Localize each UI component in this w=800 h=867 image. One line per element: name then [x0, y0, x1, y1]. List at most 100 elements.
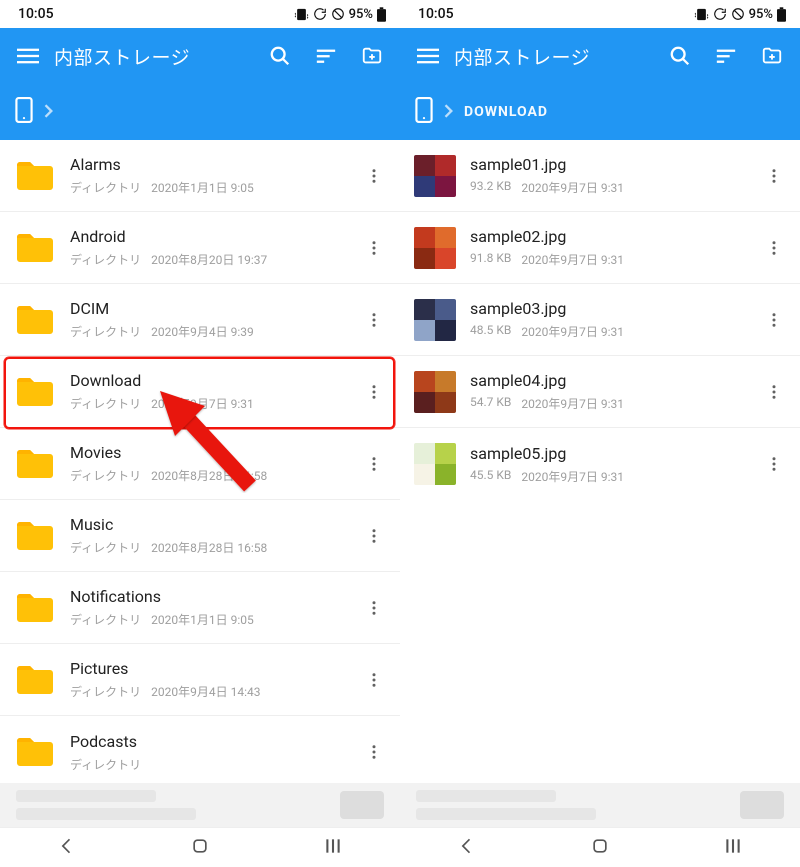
sort-icon	[315, 45, 337, 67]
row-size: 93.2 KB	[470, 179, 511, 196]
file-row[interactable]: sample01.jpg93.2 KB2020年9月7日 9:31	[400, 140, 800, 212]
row-name: sample02.jpg	[470, 227, 756, 247]
new-folder-button[interactable]	[350, 34, 394, 78]
row-type: ディレクトリ	[70, 683, 141, 700]
menu-button[interactable]	[6, 34, 50, 78]
row-name: Movies	[70, 443, 356, 463]
row-date: 2020年9月4日 14:43	[151, 683, 260, 700]
row-type: ディレクトリ	[70, 611, 141, 628]
folder-row[interactable]: Alarmsディレクトリ2020年1月1日 9:05	[0, 140, 400, 212]
toolbar-title: 内部ストレージ	[452, 43, 656, 70]
row-name: sample05.jpg	[470, 444, 756, 464]
row-overflow-button[interactable]	[356, 302, 392, 338]
row-overflow-button[interactable]	[356, 518, 392, 554]
row-type: ディレクトリ	[70, 251, 141, 268]
back-button[interactable]	[457, 836, 477, 860]
row-overflow-button[interactable]	[356, 374, 392, 410]
storage-root-button[interactable]	[414, 97, 434, 127]
breadcrumb-current[interactable]: DOWNLOAD	[464, 104, 548, 120]
search-icon	[269, 45, 291, 67]
sort-button[interactable]	[304, 34, 348, 78]
image-thumbnail	[414, 371, 456, 413]
recents-button[interactable]	[723, 836, 743, 860]
file-row[interactable]: sample05.jpg45.5 KB2020年9月7日 9:31	[400, 428, 800, 500]
row-overflow-button[interactable]	[356, 158, 392, 194]
image-thumbnail	[414, 443, 456, 485]
row-overflow-button[interactable]	[356, 446, 392, 482]
folder-row[interactable]: Notificationsディレクトリ2020年1月1日 9:05	[0, 572, 400, 644]
row-name: sample01.jpg	[470, 155, 756, 175]
file-row[interactable]: sample03.jpg48.5 KB2020年9月7日 9:31	[400, 284, 800, 356]
file-list[interactable]: Alarmsディレクトリ2020年1月1日 9:05 Android ディレクトリ 2…	[0, 140, 400, 783]
sort-button[interactable]	[704, 34, 748, 78]
back-button[interactable]	[57, 836, 77, 860]
row-date: 2020年8月20日 19:37	[151, 251, 267, 268]
right-pane: 10:05 95% 内部ストレージ	[400, 0, 800, 867]
new-folder-button[interactable]	[750, 34, 794, 78]
status-bar: 10:05 95%	[0, 0, 400, 28]
folder-icon	[14, 299, 56, 341]
row-date: 2020年9月4日 9:39	[151, 323, 254, 340]
sort-icon	[715, 45, 737, 67]
row-overflow-button[interactable]	[756, 374, 792, 410]
row-overflow-button[interactable]	[356, 590, 392, 626]
folder-icon	[14, 227, 56, 269]
folder-row[interactable]: Android ディレクトリ 2020年8月20日 19:37	[0, 212, 400, 284]
recents-button[interactable]	[323, 836, 343, 860]
new-folder-icon	[761, 45, 783, 67]
folder-icon	[14, 515, 56, 557]
row-date: 2020年9月7日 9:31	[521, 251, 624, 268]
image-thumbnail	[414, 299, 456, 341]
folder-row[interactable]: DCIMディレクトリ2020年9月4日 9:39	[0, 284, 400, 356]
chevron-right-icon	[444, 103, 454, 122]
file-list[interactable]: sample01.jpg93.2 KB2020年9月7日 9:31sample0…	[400, 140, 800, 783]
file-row[interactable]: sample04.jpg54.7 KB2020年9月7日 9:31	[400, 356, 800, 428]
navigation-bar	[400, 827, 800, 867]
more-vert-icon	[365, 167, 383, 185]
row-size: 91.8 KB	[470, 251, 511, 268]
hamburger-icon	[17, 45, 39, 67]
row-date: 2020年9月7日 9:31	[521, 323, 624, 340]
folder-row[interactable]: Picturesディレクトリ2020年9月4日 14:43	[0, 644, 400, 716]
folder-row[interactable]: Downloadディレクトリ2020年9月7日 9:31	[0, 356, 400, 428]
row-name: sample04.jpg	[470, 371, 756, 391]
folder-row[interactable]: Moviesディレクトリ2020年8月28日 16:58	[0, 428, 400, 500]
app-toolbar: 内部ストレージ	[400, 28, 800, 84]
battery-icon	[777, 7, 786, 22]
battery-pct: 95%	[349, 7, 373, 22]
row-overflow-button[interactable]	[356, 734, 392, 770]
breadcrumb: DOWNLOAD	[400, 84, 800, 140]
folder-icon	[14, 731, 56, 773]
home-button[interactable]	[590, 836, 610, 860]
row-overflow-button[interactable]	[756, 158, 792, 194]
search-button[interactable]	[258, 34, 302, 78]
row-type: ディレクトリ	[70, 323, 141, 340]
row-overflow-button[interactable]	[756, 302, 792, 338]
file-row[interactable]: sample02.jpg 91.8 KB 2020年9月7日 9:31	[400, 212, 800, 284]
more-vert-icon	[765, 383, 783, 401]
sync-icon	[313, 7, 327, 21]
folder-row[interactable]: Musicディレクトリ2020年8月28日 16:58	[0, 500, 400, 572]
home-button[interactable]	[190, 836, 210, 860]
storage-root-button[interactable]	[14, 97, 34, 127]
search-button[interactable]	[658, 34, 702, 78]
sync-icon	[713, 7, 727, 21]
row-date: 2020年9月7日 9:31	[521, 468, 624, 485]
row-overflow-button[interactable]	[356, 662, 392, 698]
row-date: 2020年9月7日 9:31	[151, 395, 254, 412]
row-overflow-button[interactable]	[356, 230, 392, 266]
row-date: 2020年8月28日 16:58	[151, 467, 267, 484]
more-vert-icon	[365, 383, 383, 401]
row-overflow-button[interactable]	[756, 230, 792, 266]
folder-row[interactable]: Podcastsディレクトリ	[0, 716, 400, 783]
phone-icon	[414, 97, 434, 123]
vibrate-icon	[694, 7, 709, 22]
folder-icon	[14, 659, 56, 701]
menu-button[interactable]	[406, 34, 450, 78]
row-name: Notifications	[70, 587, 356, 607]
more-vert-icon	[365, 527, 383, 545]
row-name: Android	[70, 227, 356, 247]
status-icons: 95%	[694, 7, 786, 22]
row-overflow-button[interactable]	[756, 446, 792, 482]
app-toolbar: 内部ストレージ	[0, 28, 400, 84]
